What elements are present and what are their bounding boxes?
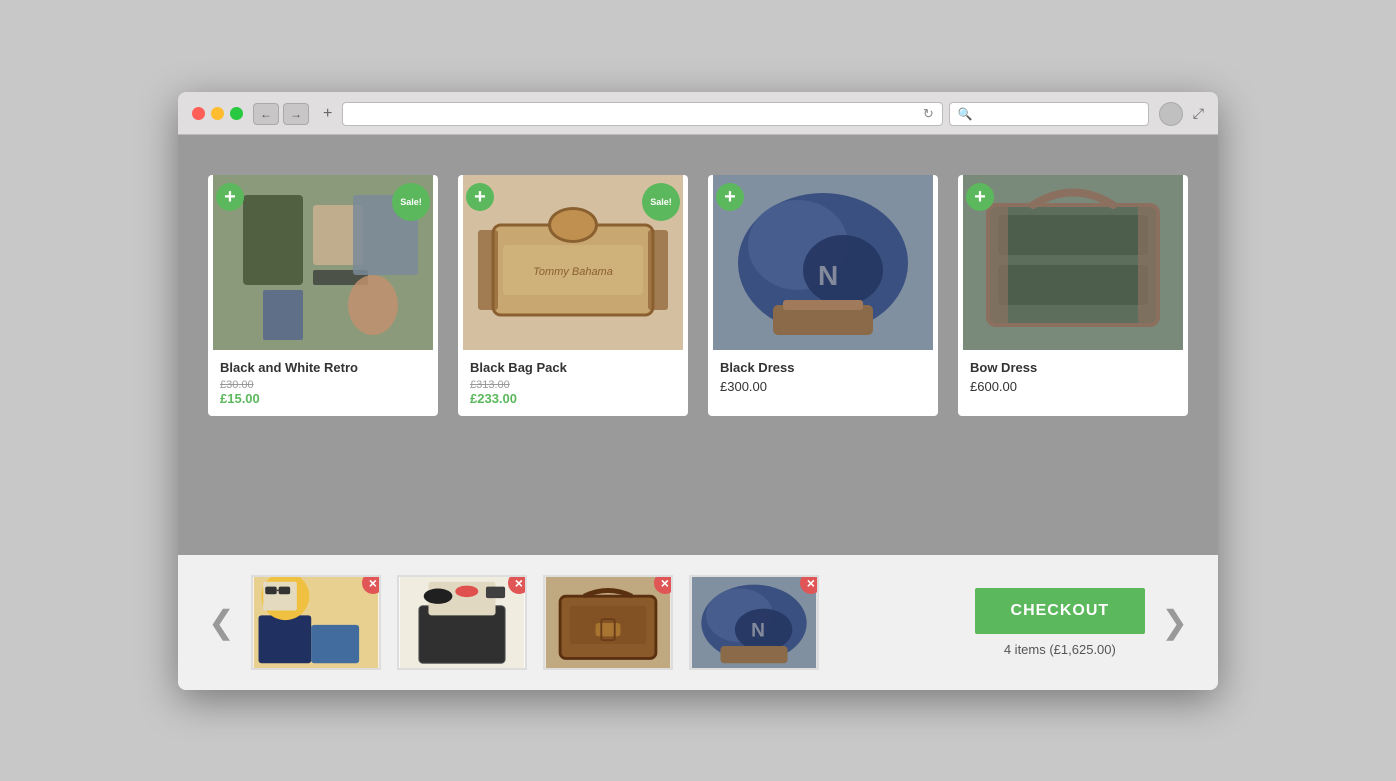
back-button[interactable]: ←	[253, 103, 279, 125]
search-icon: 🔍	[958, 107, 973, 121]
cart-right-arrow[interactable]: ❯	[1161, 603, 1188, 641]
maximize-button[interactable]	[230, 107, 243, 120]
product-original-price-1: £30.00	[220, 379, 426, 391]
product-price-3: £300.00	[720, 379, 926, 394]
product-card-2[interactable]: Tommy Bahama + Sale! Black Bag Pack £313…	[458, 175, 688, 416]
checkout-button[interactable]: CHECKOUT	[975, 588, 1146, 634]
sale-badge-2: Sale!	[642, 183, 680, 221]
cart-left-arrow[interactable]: ❮	[208, 603, 235, 641]
browser-avatar	[1159, 102, 1183, 126]
svg-text:N: N	[751, 620, 765, 641]
product-card-4[interactable]: + Bow Dress £600.00	[958, 175, 1188, 416]
product-name-1: Black and White Retro	[220, 360, 426, 375]
expand-icon[interactable]: ⤢	[1193, 105, 1204, 122]
cart-remove-btn-2[interactable]: ×	[508, 575, 527, 594]
products-grid: + Sale! Black and White Retro £30.00 £15…	[208, 155, 1188, 436]
cart-area: ❮ ×	[178, 555, 1218, 690]
close-button[interactable]	[192, 107, 205, 120]
browser-window: ← → + ↻ 🔍 ⤢	[178, 92, 1218, 690]
product-sale-price-2: £233.00	[470, 391, 676, 406]
product-name-3: Black Dress	[720, 360, 926, 375]
reload-icon[interactable]: ↻	[923, 106, 934, 122]
forward-button[interactable]: →	[283, 103, 309, 125]
cart-item-1[interactable]: ×	[251, 575, 381, 670]
cart-remove-btn-4[interactable]: ×	[800, 575, 819, 594]
address-bar[interactable]: ↻	[342, 102, 942, 126]
product-info-1: Black and White Retro £30.00 £15.00	[208, 350, 438, 416]
cart-item-image-2	[399, 577, 525, 668]
cart-summary: 4 items (£1,625.00)	[1004, 642, 1116, 657]
cart-remove-btn-3[interactable]: ×	[654, 575, 673, 594]
add-to-cart-btn-1[interactable]: +	[216, 183, 244, 211]
traffic-lights	[192, 107, 243, 120]
new-tab-button[interactable]: +	[319, 105, 336, 123]
cart-items: × ×	[251, 575, 959, 670]
browser-content: + Sale! Black and White Retro £30.00 £15…	[178, 135, 1218, 555]
search-bar[interactable]: 🔍	[949, 102, 1149, 126]
add-to-cart-btn-3[interactable]: +	[716, 183, 744, 211]
product-original-price-2: £313.00	[470, 379, 676, 391]
product-info-3: Black Dress £300.00	[708, 350, 938, 404]
titlebar: ← → + ↻ 🔍 ⤢	[178, 92, 1218, 135]
add-to-cart-btn-2[interactable]: +	[466, 183, 494, 211]
address-bar-container: + ↻ 🔍	[319, 102, 1149, 126]
cart-item-2[interactable]: ×	[397, 575, 527, 670]
product-card-3[interactable]: N + Black Dress £300.00	[708, 175, 938, 416]
product-image-wrapper-2: Tommy Bahama + Sale!	[458, 175, 688, 350]
svg-text:Tommy Bahama: Tommy Bahama	[533, 266, 613, 278]
cart-item-4[interactable]: N ×	[689, 575, 819, 670]
product-sale-price-1: £15.00	[220, 391, 426, 406]
nav-buttons: ← →	[253, 103, 309, 125]
svg-text:N: N	[818, 260, 838, 291]
product-price-4: £600.00	[970, 379, 1176, 394]
product-name-2: Black Bag Pack	[470, 360, 676, 375]
add-to-cart-btn-4[interactable]: +	[966, 183, 994, 211]
cart-item-3[interactable]: ×	[543, 575, 673, 670]
minimize-button[interactable]	[211, 107, 224, 120]
cart-item-image-1	[253, 577, 379, 668]
product-info-4: Bow Dress £600.00	[958, 350, 1188, 404]
product-name-4: Bow Dress	[970, 360, 1176, 375]
product-image-wrapper-1: + Sale!	[208, 175, 438, 350]
cart-item-image-4: N	[691, 577, 817, 668]
cart-remove-btn-1[interactable]: ×	[362, 575, 381, 594]
product-info-2: Black Bag Pack £313.00 £233.00	[458, 350, 688, 416]
product-image-wrapper-3: N +	[708, 175, 938, 350]
checkout-area: CHECKOUT 4 items (£1,625.00)	[975, 588, 1146, 657]
sale-badge-1: Sale!	[392, 183, 430, 221]
cart-item-image-3	[545, 577, 671, 668]
product-image-wrapper-4: +	[958, 175, 1188, 350]
product-card-1[interactable]: + Sale! Black and White Retro £30.00 £15…	[208, 175, 438, 416]
